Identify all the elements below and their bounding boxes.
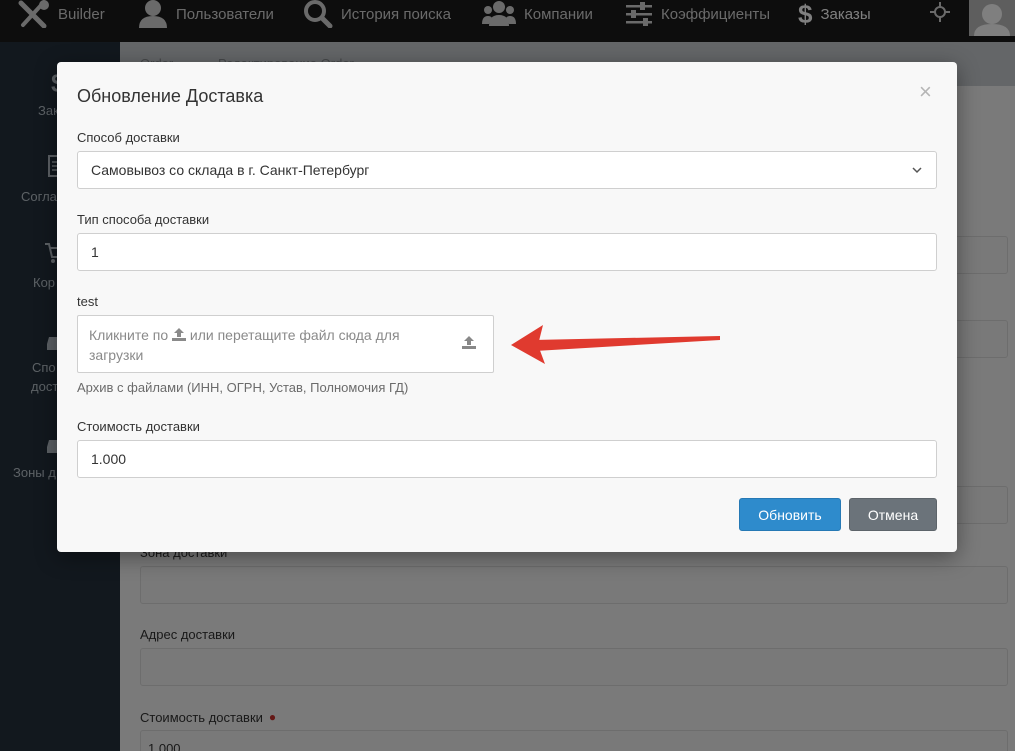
file-help-text: Архив с файлами (ИНН, ОГРН, Устав, Полно… <box>77 380 409 395</box>
update-button[interactable]: Обновить <box>739 498 841 531</box>
delivery-cost-label: Стоимость доставки <box>77 419 200 434</box>
delivery-method-value: Самовывоз со склада в г. Санкт-Петербург <box>91 162 370 178</box>
delivery-type-input[interactable] <box>77 233 937 271</box>
cancel-button[interactable]: Отмена <box>849 498 937 531</box>
modal-title: Обновление Доставка <box>77 86 264 106</box>
delivery-type-label: Тип способа доставки <box>77 212 210 227</box>
file-label: test <box>77 294 98 309</box>
upload-icon[interactable] <box>462 336 476 350</box>
delivery-cost-input[interactable] <box>77 440 937 478</box>
file-dropzone[interactable]: Кликните по или перетащите файл сюда для… <box>77 315 494 373</box>
delivery-method-select[interactable]: Самовывоз со склада в г. Санкт-Петербург <box>77 151 937 189</box>
update-delivery-modal: Обновление Доставка × Способ доставки Са… <box>57 62 957 552</box>
annotation-arrow-icon <box>511 325 720 364</box>
dropzone-text-before: Кликните по <box>89 327 169 343</box>
upload-icon <box>172 328 187 341</box>
dropzone-text: Кликните по или перетащите файл сюда для… <box>89 325 434 365</box>
delivery-method-label: Способ доставки <box>77 130 180 145</box>
close-icon[interactable]: × <box>919 79 932 105</box>
chevron-down-icon <box>912 167 922 174</box>
